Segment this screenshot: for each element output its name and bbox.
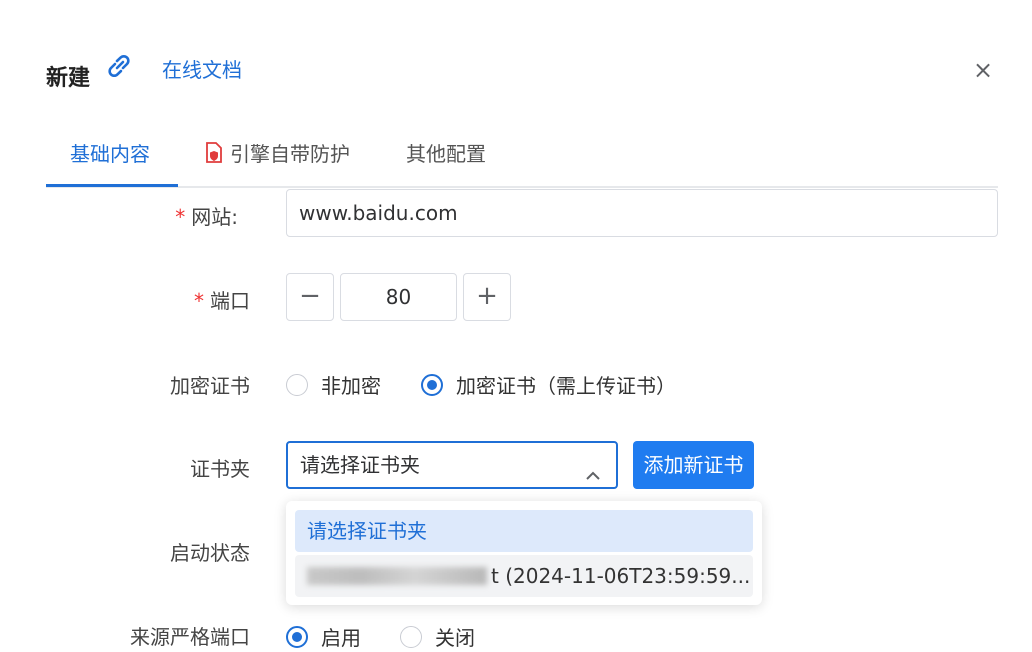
dialog-title: 新建 bbox=[46, 66, 91, 91]
tab-other-config-label: 其他配置 bbox=[406, 142, 486, 166]
close-icon[interactable]: × bbox=[969, 56, 997, 84]
online-doc-link[interactable]: 在线文档 bbox=[162, 54, 242, 83]
tab-divider bbox=[46, 186, 998, 188]
port-decrement-button[interactable]: − bbox=[286, 273, 334, 321]
new-dialog: 新建 在线文档 × 基础内容 引擎自带防护 其他配置 * 网站: www.bai… bbox=[0, 0, 1032, 652]
radio-circle bbox=[400, 625, 422, 648]
tab-engine-protection-label: 引擎自带防护 bbox=[230, 142, 350, 166]
startup-status-label: 启动状态 bbox=[170, 541, 250, 565]
dropdown-option[interactable]: t (2024-11-06T23:59:59... bbox=[295, 555, 753, 597]
add-new-cert-button[interactable]: 添加新证书 bbox=[633, 441, 754, 489]
tab-engine-protection[interactable]: 引擎自带防护 bbox=[204, 140, 350, 176]
port-increment-button[interactable]: + bbox=[463, 273, 511, 321]
radio-disable[interactable]: 关闭 bbox=[400, 622, 475, 651]
tab-bar: 基础内容 引擎自带防护 其他配置 bbox=[46, 130, 998, 188]
chevron-up-icon bbox=[584, 456, 602, 480]
link-icon[interactable] bbox=[103, 50, 135, 82]
encryption-label: 加密证书 bbox=[170, 374, 250, 398]
radio-circle-checked bbox=[286, 625, 308, 648]
cert-folder-label: 证书夹 bbox=[190, 457, 250, 481]
tab-other-config[interactable]: 其他配置 bbox=[406, 140, 486, 176]
cert-folder-select[interactable]: 请选择证书夹 bbox=[286, 441, 618, 489]
required-mark: * bbox=[194, 289, 204, 313]
cert-folder-select-value: 请选择证书夹 bbox=[300, 453, 420, 477]
website-label: * 网站: bbox=[175, 205, 238, 229]
required-mark: * bbox=[175, 205, 186, 229]
radio-enable[interactable]: 启用 bbox=[286, 622, 361, 651]
redacted-text bbox=[307, 567, 487, 585]
dropdown-option[interactable]: 请选择证书夹 bbox=[295, 510, 753, 552]
strict-source-port-label: 来源严格端口 bbox=[130, 625, 250, 649]
radio-encrypted-cert[interactable]: 加密证书（需上传证书） bbox=[421, 370, 676, 399]
port-input[interactable]: 80 bbox=[340, 273, 457, 321]
radio-circle-checked bbox=[421, 373, 443, 396]
active-tab-indicator bbox=[46, 184, 178, 187]
tab-basic-label: 基础内容 bbox=[70, 142, 150, 166]
website-input[interactable]: www.baidu.com bbox=[286, 189, 998, 237]
port-label: * 端口 bbox=[194, 289, 250, 313]
cert-folder-dropdown: 请选择证书夹 t (2024-11-06T23:59:59... bbox=[286, 501, 762, 605]
radio-non-encrypted[interactable]: 非加密 bbox=[286, 370, 381, 399]
radio-circle bbox=[286, 373, 308, 396]
shield-document-icon bbox=[204, 142, 224, 171]
tab-basic[interactable]: 基础内容 bbox=[70, 140, 150, 176]
